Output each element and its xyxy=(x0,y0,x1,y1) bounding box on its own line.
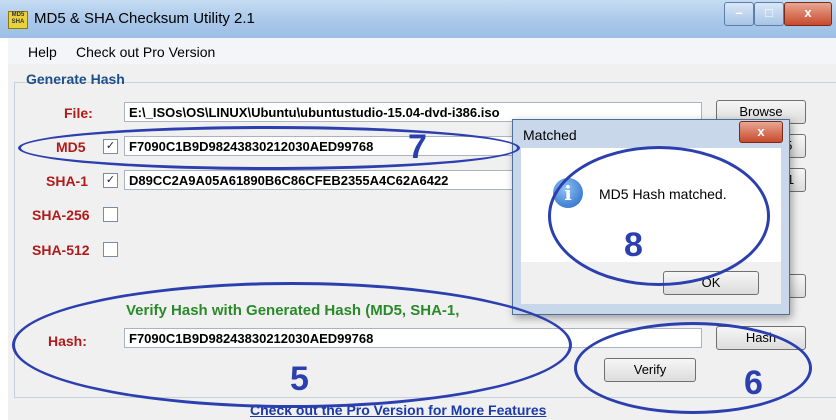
menu-check-out-pro[interactable]: Check out Pro Version xyxy=(76,44,215,60)
sha512-checkbox[interactable] xyxy=(103,242,118,257)
annotation-number-6: 6 xyxy=(744,364,763,402)
close-button[interactable]: x xyxy=(784,2,832,26)
generate-hash-label: Generate Hash xyxy=(26,71,125,87)
annotation-oval-8 xyxy=(548,146,770,286)
sha256-checkbox[interactable] xyxy=(103,207,118,222)
sha1-label: SHA-1 xyxy=(46,173,89,189)
sha1-hash-field[interactable]: D89CC2A9A05A61890B6C86CFEB2355A4C62A6422 xyxy=(124,170,514,190)
window-title: MD5 & SHA Checksum Utility 2.1 xyxy=(34,10,255,27)
menu-help[interactable]: Help xyxy=(28,44,57,60)
annotation-oval-7 xyxy=(18,126,520,170)
minimize-button[interactable]: – xyxy=(724,2,754,26)
sha512-label: SHA-512 xyxy=(32,242,90,258)
dialog-title: Matched xyxy=(523,127,577,143)
annotation-number-7: 7 xyxy=(408,128,427,166)
maximize-button[interactable]: □ xyxy=(754,2,784,26)
dialog-close-button[interactable]: x xyxy=(739,121,783,143)
sha1-checkbox[interactable]: ✓ xyxy=(103,173,118,188)
sha256-label: SHA-256 xyxy=(32,207,90,223)
title-bar: MD5 SHA MD5 & SHA Checksum Utility 2.1 –… xyxy=(0,0,836,38)
annotation-oval-6 xyxy=(574,322,812,414)
file-label: File: xyxy=(64,105,93,121)
annotation-number-8: 8 xyxy=(624,226,643,264)
annotation-number-5: 5 xyxy=(290,360,309,398)
app-icon: MD5 SHA xyxy=(8,11,28,29)
menu-bar: Help Check out Pro Version xyxy=(8,38,836,64)
